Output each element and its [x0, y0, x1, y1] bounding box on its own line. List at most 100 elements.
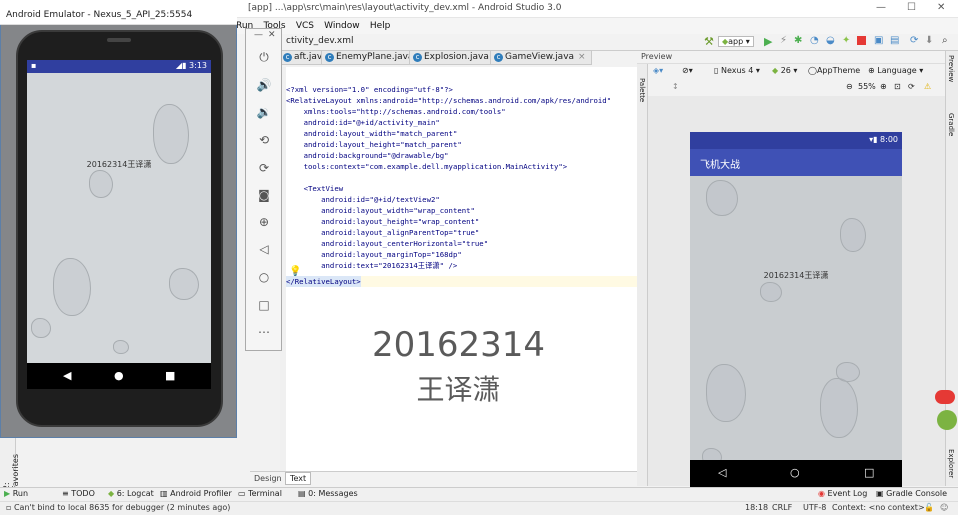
- status-icon: ▫: [6, 503, 12, 512]
- stop-icon[interactable]: [857, 36, 866, 45]
- preview-tool-tab[interactable]: Preview: [947, 55, 955, 82]
- close-button[interactable]: ✕: [937, 2, 945, 13]
- overview-icon[interactable]: ■: [165, 369, 175, 382]
- zoom-fit-icon[interactable]: ⊡: [894, 82, 901, 91]
- emulator-status-time: ◢▮ 3:13: [175, 61, 207, 70]
- camera-icon[interactable]: ◙: [256, 187, 272, 203]
- preview-text-line2: 王译潇: [416, 373, 501, 406]
- back-icon[interactable]: ◀: [63, 369, 71, 382]
- rotate-right-icon[interactable]: ⟳: [256, 160, 272, 176]
- zoom-level: 55%: [858, 82, 876, 91]
- preview-status-bar: ▾▮ 8:00: [690, 132, 902, 149]
- code-line: android:id="@+id/textView2": [286, 195, 440, 204]
- messages-icon: ▤: [298, 489, 306, 498]
- device-icon: ▯: [714, 66, 719, 75]
- todo-tool-tab[interactable]: ≡ TODO: [62, 489, 95, 498]
- run-icon[interactable]: ▶: [764, 35, 772, 48]
- tab-close-icon[interactable]: ×: [578, 52, 586, 62]
- theme-select[interactable]: ◯AppTheme: [808, 66, 860, 75]
- build-hammer-icon[interactable]: ⚒: [704, 35, 714, 48]
- device-select[interactable]: ▯ Nexus 4 ▾: [714, 66, 760, 75]
- avd-manager-icon[interactable]: ▣: [874, 35, 883, 46]
- context-indicator[interactable]: Context: <no context>: [832, 503, 925, 512]
- minimize-button[interactable]: —: [876, 2, 886, 13]
- gradle-console-tool-tab[interactable]: ▣ Gradle Console: [876, 489, 947, 498]
- menu-help[interactable]: Help: [370, 18, 391, 34]
- tab-gameview-java[interactable]: c GameView.java ×: [490, 50, 592, 65]
- language-select[interactable]: ⊕ Language ▾: [868, 66, 923, 75]
- volume-down-icon[interactable]: 🔉: [256, 104, 272, 120]
- favorites-tool-tab[interactable]: 2: Favorites: [2, 454, 20, 490]
- zoom-toolbar: ↕ ⊖ 55% ⊕ ⊡ ⟳ ⚠: [648, 80, 945, 96]
- run-config-select[interactable]: ◆app ▾: [718, 36, 754, 47]
- floating-assistant-icon[interactable]: [937, 410, 957, 430]
- caret-position[interactable]: 18:18: [745, 503, 768, 512]
- todo-icon: ≡: [62, 489, 69, 498]
- lock-icon[interactable]: 🔓: [924, 503, 934, 512]
- emulator-screen[interactable]: [27, 60, 211, 363]
- minimize-icon[interactable]: —: [254, 30, 263, 40]
- globe-icon: ⊕: [868, 66, 875, 75]
- apply-changes-icon[interactable]: ⚡: [780, 35, 787, 46]
- warning-icon[interactable]: ⚠: [924, 82, 931, 91]
- back-icon[interactable]: ◁: [256, 241, 272, 257]
- lightbulb-icon[interactable]: 💡: [289, 266, 301, 277]
- palette-tab[interactable]: Palette: [638, 78, 646, 102]
- home-icon[interactable]: ●: [114, 369, 124, 382]
- debug-icon[interactable]: ✱: [794, 35, 802, 46]
- event-log-tool-tab[interactable]: ◉ Event Log: [818, 489, 867, 498]
- profiler-tool-tab[interactable]: ▥ Android Profiler: [160, 489, 232, 498]
- menu-window[interactable]: Window: [324, 18, 360, 34]
- zoom-out-icon[interactable]: ⊖: [846, 82, 853, 91]
- overview-icon[interactable]: □: [256, 297, 272, 313]
- palette-strip: Palette: [637, 64, 648, 486]
- attach-debugger-icon[interactable]: ◒: [826, 35, 835, 46]
- api-select[interactable]: ◆ 26 ▾: [772, 66, 797, 75]
- power-icon[interactable]: ⏻: [256, 49, 272, 65]
- line-separator[interactable]: CRLF: [772, 503, 792, 512]
- breadcrumb-file[interactable]: ctivity_dev.xml: [286, 36, 354, 46]
- sync-icon[interactable]: ⟳: [910, 35, 918, 46]
- zoom-icon[interactable]: ⊕: [256, 214, 272, 230]
- messages-tool-tab[interactable]: ▤ 0: Messages: [298, 489, 358, 498]
- menu-bar: Run Tools VCS Window Help: [236, 18, 958, 34]
- editor-mode-tabs: Design Text: [250, 471, 637, 487]
- tab-design[interactable]: Design: [254, 474, 282, 483]
- logcat-icon: ◆: [108, 489, 115, 498]
- search-icon[interactable]: ⌕: [942, 35, 948, 46]
- layers-icon[interactable]: ◈▾: [653, 66, 663, 75]
- zoom-in-icon[interactable]: ⊕: [880, 82, 887, 91]
- logcat-tool-tab[interactable]: ◆ 6: Logcat: [108, 489, 154, 498]
- preview-header: Preview: [637, 51, 945, 64]
- preview-status-time: ▾▮ 8:00: [869, 135, 898, 144]
- theme-icon: ◯: [808, 66, 817, 75]
- project-structure-icon[interactable]: ▤: [890, 35, 899, 46]
- tab-text[interactable]: Text: [285, 472, 312, 485]
- file-encoding[interactable]: UTF-8: [803, 503, 826, 512]
- device-explorer-tool-tab[interactable]: Explorer: [947, 449, 955, 478]
- maximize-button[interactable]: ☐: [907, 2, 916, 13]
- terminal-tool-tab[interactable]: ▭ Terminal: [238, 489, 282, 498]
- instant-run-icon[interactable]: ✦: [842, 35, 850, 46]
- emulator-screen-text: 20162314王译潇: [86, 160, 152, 169]
- pan-icon[interactable]: ↕: [672, 82, 679, 91]
- inspector-icon[interactable]: ☺: [940, 503, 948, 512]
- menu-vcs[interactable]: VCS: [296, 18, 314, 34]
- refresh-icon[interactable]: ⟳: [908, 82, 915, 91]
- rotate-left-icon[interactable]: ⟲: [256, 132, 272, 148]
- more-icon[interactable]: ⋯: [256, 324, 272, 340]
- home-icon[interactable]: ○: [256, 269, 272, 285]
- floating-badge[interactable]: [935, 390, 955, 404]
- event-log-icon: ◉: [818, 489, 825, 498]
- orientation-icon[interactable]: ⊘▾: [682, 66, 693, 75]
- code-line: </RelativeLayout>: [286, 276, 361, 287]
- battery-icon: ▮: [873, 135, 878, 144]
- volume-up-icon[interactable]: 🔊: [256, 77, 272, 93]
- code-line: <RelativeLayout xmlns:android="http://sc…: [286, 96, 612, 105]
- code-line: android:layout_marginTop="168dp": [286, 250, 462, 259]
- gradle-tool-tab[interactable]: Gradle: [947, 113, 955, 136]
- run-tool-tab[interactable]: ▶ Run: [4, 489, 28, 498]
- sdk-manager-icon[interactable]: ⬇: [925, 35, 933, 46]
- profile-icon[interactable]: ◔: [810, 35, 819, 46]
- close-icon[interactable]: ✕: [268, 30, 276, 40]
